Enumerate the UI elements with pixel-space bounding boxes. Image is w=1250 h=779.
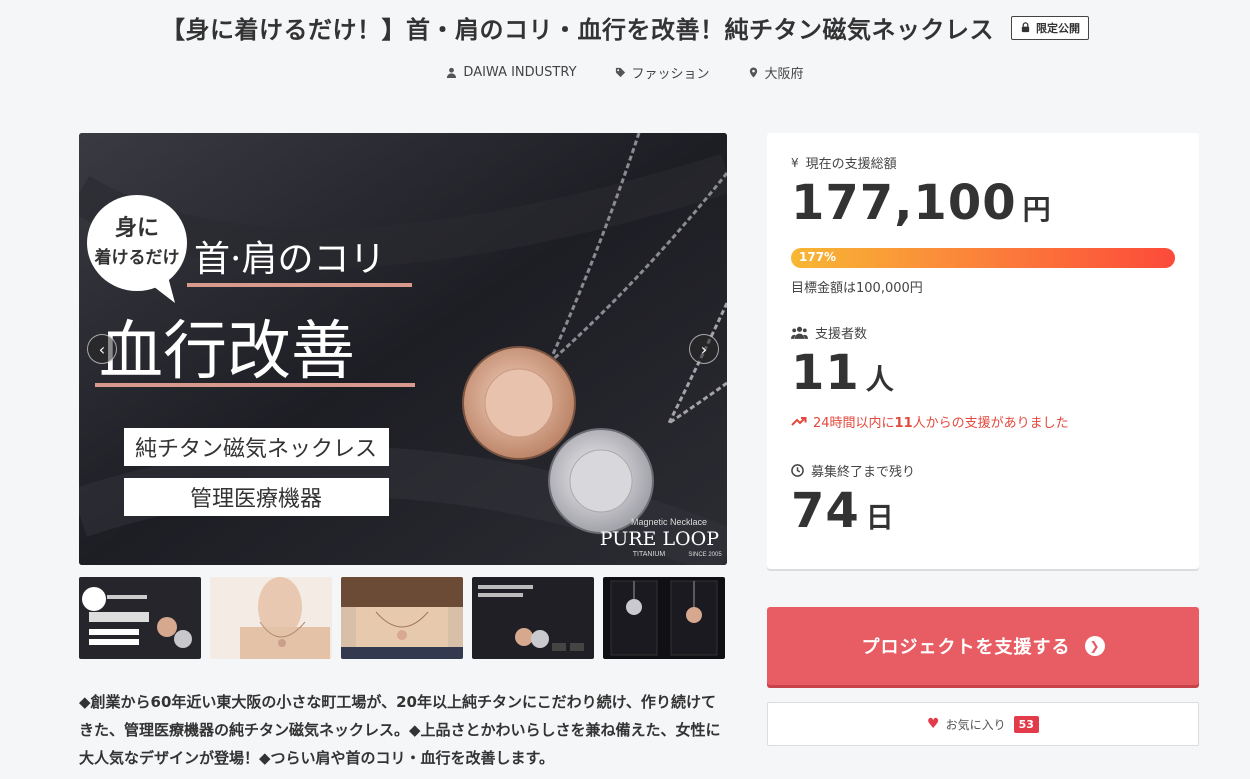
project-title: 【身に着けるだけ！】首・肩のコリ・血行を改善！純チタン磁気ネックレス <box>160 16 994 44</box>
yen-icon: ¥ <box>791 155 799 170</box>
bubble-line1: 身に <box>115 215 159 241</box>
carousel-prev-button[interactable]: ‹ <box>87 334 117 364</box>
chevron-right-icon: › <box>700 339 708 359</box>
hero-main-copy: 血行改善 <box>99 315 355 389</box>
location-name: 大阪府 <box>764 67 804 82</box>
users-icon <box>791 326 808 339</box>
remaining-value: 74 <box>791 483 860 539</box>
thumb-main-visual[interactable] <box>79 577 201 659</box>
total-label-row: ¥ 現在の支援総額 <box>791 153 897 173</box>
supporters-label-row: 支援者数 <box>791 323 867 342</box>
supporters-value: 11 <box>791 345 860 401</box>
remaining-label: 募集終了まで残り <box>811 465 916 480</box>
funding-progress-bar: 177% <box>791 248 1175 268</box>
main-image[interactable]: 身に 着けるだけ 首·肩のコリ 血行改善 純チタン磁気ネックレス 管理医療機器 … <box>79 133 727 565</box>
thumbnail-image <box>79 577 201 659</box>
owner-name: DAIWA INDUSTRY <box>463 65 577 80</box>
supporters-unit: 人 <box>865 363 894 396</box>
limited-badge-label: 限定公開 <box>1036 21 1081 35</box>
goal-amount-text: 目標金額は100,000円 <box>791 281 923 296</box>
brand-small: Magnetic Necklace <box>631 517 707 527</box>
supporters-label: 支援者数 <box>815 327 868 342</box>
remaining-unit: 日 <box>865 501 894 534</box>
title-row: 【身に着けるだけ！】首・肩のコリ・血行を改善！純チタン磁気ネックレス 限定公開 <box>0 10 1250 45</box>
location-link[interactable]: 大阪府 <box>748 63 804 82</box>
support-project-button[interactable]: プロジェクトを支援する ❯ <box>767 607 1199 685</box>
favorite-button[interactable]: ♥ お気に入り 53 <box>767 702 1199 746</box>
thumb-product-dark[interactable] <box>472 577 594 659</box>
total-label: 現在の支援総額 <box>805 157 897 172</box>
project-meta: DAIWA INDUSTRY ファッション 大阪府 <box>0 63 1250 82</box>
thumbnail-image <box>341 577 463 659</box>
hero-product-label: 純チタン磁気ネックレス <box>135 437 377 462</box>
trending-up-icon <box>791 417 807 426</box>
project-description: ◆創業から60年近い東大阪の小さな町工場が、20年以上純チタンにこだわり続け、作… <box>79 693 721 767</box>
support-button-label: プロジェクトを支援する <box>861 637 1071 658</box>
thumb-model-neck[interactable] <box>210 577 332 659</box>
thumb-product-packages[interactable] <box>603 577 725 659</box>
category-link[interactable]: ファッション <box>615 63 710 82</box>
owner-link[interactable]: DAIWA INDUSTRY <box>446 63 577 82</box>
remaining-days: 74 日 <box>791 483 894 539</box>
remaining-label-row: 募集終了まで残り <box>791 461 915 480</box>
map-pin-icon <box>749 67 757 78</box>
total-amount-value: 177,100 <box>791 175 1017 231</box>
thumbnail-image <box>210 577 332 659</box>
favorite-label: お気に入り <box>945 717 1006 732</box>
limited-badge: 限定公開 <box>1011 15 1090 40</box>
hero-device-label: 管理医療機器 <box>190 487 322 512</box>
thumbnail-image <box>603 577 725 659</box>
thumbnail-strip <box>79 577 727 659</box>
clock-icon <box>791 464 804 477</box>
chevron-left-icon: ‹ <box>98 339 106 359</box>
trend-suffix: 人からの支援がありました <box>912 416 1069 431</box>
hero-headline: 首·肩のコリ <box>194 239 385 280</box>
carousel-next-button[interactable]: › <box>689 334 719 364</box>
total-amount: 177,100 円 <box>791 175 1051 231</box>
user-icon <box>447 67 457 78</box>
total-amount-unit: 円 <box>1022 193 1051 226</box>
necklace-product-image: 身に 着けるだけ 首·肩のコリ 血行改善 純チタン磁気ネックレス 管理医療機器 … <box>79 133 727 565</box>
progress-percent: 177% <box>799 250 837 264</box>
funding-stats-card: ¥ 現在の支援総額 177,100 円 177% 目標金額は100,000円 支援… <box>767 133 1199 569</box>
thumb-model-pendant[interactable] <box>341 577 463 659</box>
supporters-count: 11 人 <box>791 345 894 401</box>
bubble-line2: 着けるだけ <box>94 247 180 268</box>
lock-icon <box>1021 22 1030 33</box>
brand-since: SINCE 2005 <box>688 552 722 558</box>
category-name: ファッション <box>631 67 710 82</box>
heart-icon: ♥ <box>927 716 940 732</box>
favorite-count: 53 <box>1013 715 1039 733</box>
thumbnail-image <box>472 577 594 659</box>
trend-prefix: 24時間以内に <box>813 416 895 431</box>
tag-icon <box>615 67 625 78</box>
brand-sub: TITANIUM <box>633 551 666 558</box>
trend-count: 11 <box>894 416 913 431</box>
brand-logo: PURE LOOP <box>600 528 719 550</box>
arrow-right-icon: ❯ <box>1084 636 1105 656</box>
recent-support-trend: 24時間以内に11人からの支援がありました <box>791 412 1069 431</box>
